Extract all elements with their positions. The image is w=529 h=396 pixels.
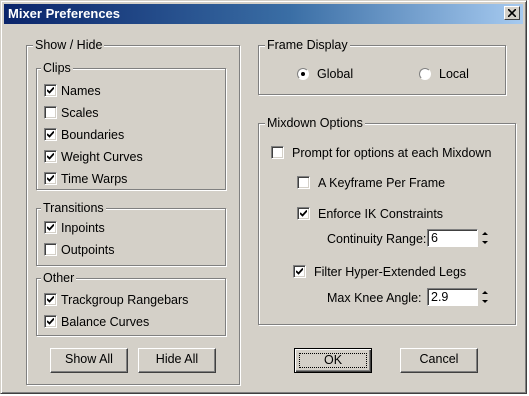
filter-legs-checkbox[interactable]: [293, 265, 306, 278]
outpoints-checkbox[interactable]: [44, 243, 57, 256]
ok-label: OK: [299, 353, 367, 368]
spinner-down-icon[interactable]: [480, 238, 490, 247]
clips-group: Clips Names Scales Boundaries Weight Cur…: [36, 60, 226, 190]
trackgroup-rangebars-label: Trackgroup Rangebars: [61, 293, 189, 307]
other-legend: Other: [41, 270, 77, 286]
continuity-range-spinner[interactable]: [480, 229, 490, 247]
scales-label: Scales: [61, 106, 99, 120]
max-knee-angle-spinner[interactable]: [480, 288, 490, 306]
keyframe-per-frame-label: A Keyframe Per Frame: [318, 176, 446, 190]
spinner-down-icon[interactable]: [480, 297, 490, 306]
prompt-options-label: Prompt for options at each Mixdown: [292, 146, 492, 160]
hide-all-button[interactable]: Hide All: [138, 348, 216, 373]
continuity-range-label: Continuity Range:: [327, 232, 427, 246]
boundaries-checkbox[interactable]: [44, 128, 57, 141]
mixdown-options-group: Mixdown Options Prompt for options at ea…: [258, 115, 516, 325]
ok-button[interactable]: OK: [294, 348, 372, 373]
title-bar[interactable]: Mixer Preferences: [4, 4, 523, 24]
outpoints-label: Outpoints: [61, 243, 115, 257]
time-warps-checkbox[interactable]: [44, 172, 57, 185]
mixdown-options-legend: Mixdown Options: [265, 115, 365, 131]
inpoints-label: Inpoints: [61, 221, 105, 235]
show-hide-group: Show / Hide Clips Names Scales Boundarie…: [26, 37, 240, 385]
frame-display-legend: Frame Display: [265, 37, 350, 53]
enforce-ik-label: Enforce IK Constraints: [318, 207, 444, 221]
max-knee-angle-input[interactable]: 2.9: [427, 288, 478, 306]
names-label: Names: [61, 84, 101, 98]
max-knee-angle-label: Max Knee Angle:: [327, 291, 422, 305]
keyframe-per-frame-checkbox[interactable]: [297, 176, 310, 189]
filter-legs-label: Filter Hyper-Extended Legs: [314, 265, 467, 279]
trackgroup-rangebars-checkbox[interactable]: [44, 293, 57, 306]
local-radio[interactable]: [419, 68, 431, 80]
show-all-button[interactable]: Show All: [50, 348, 128, 373]
cancel-button[interactable]: Cancel: [400, 348, 478, 373]
names-checkbox[interactable]: [44, 84, 57, 97]
weight-curves-checkbox[interactable]: [44, 150, 57, 163]
scales-checkbox[interactable]: [44, 106, 57, 119]
show-hide-legend: Show / Hide: [33, 37, 105, 53]
frame-display-group: Frame Display Global Local: [258, 37, 506, 95]
clips-legend: Clips: [41, 60, 73, 76]
balance-curves-checkbox[interactable]: [44, 315, 57, 328]
global-label: Global: [317, 67, 354, 81]
local-label: Local: [439, 67, 469, 81]
balance-curves-label: Balance Curves: [61, 315, 150, 329]
global-radio[interactable]: [297, 68, 309, 80]
inpoints-checkbox[interactable]: [44, 221, 57, 234]
prompt-options-checkbox[interactable]: [271, 146, 284, 159]
close-icon: [508, 9, 516, 17]
weight-curves-label: Weight Curves: [61, 150, 143, 164]
time-warps-label: Time Warps: [61, 172, 128, 186]
mixer-preferences-dialog: Mixer Preferences Show / Hide Clips Name…: [0, 0, 527, 394]
transitions-group: Transitions Inpoints Outpoints: [36, 200, 226, 266]
spinner-up-icon[interactable]: [480, 229, 490, 238]
enforce-ik-checkbox[interactable]: [297, 207, 310, 220]
boundaries-label: Boundaries: [61, 128, 125, 142]
window-title: Mixer Preferences: [8, 6, 121, 21]
continuity-range-input[interactable]: 6: [427, 229, 478, 247]
other-group: Other Trackgroup Rangebars Balance Curve…: [36, 270, 226, 336]
transitions-legend: Transitions: [41, 200, 106, 216]
close-button[interactable]: [504, 6, 520, 20]
spinner-up-icon[interactable]: [480, 288, 490, 297]
